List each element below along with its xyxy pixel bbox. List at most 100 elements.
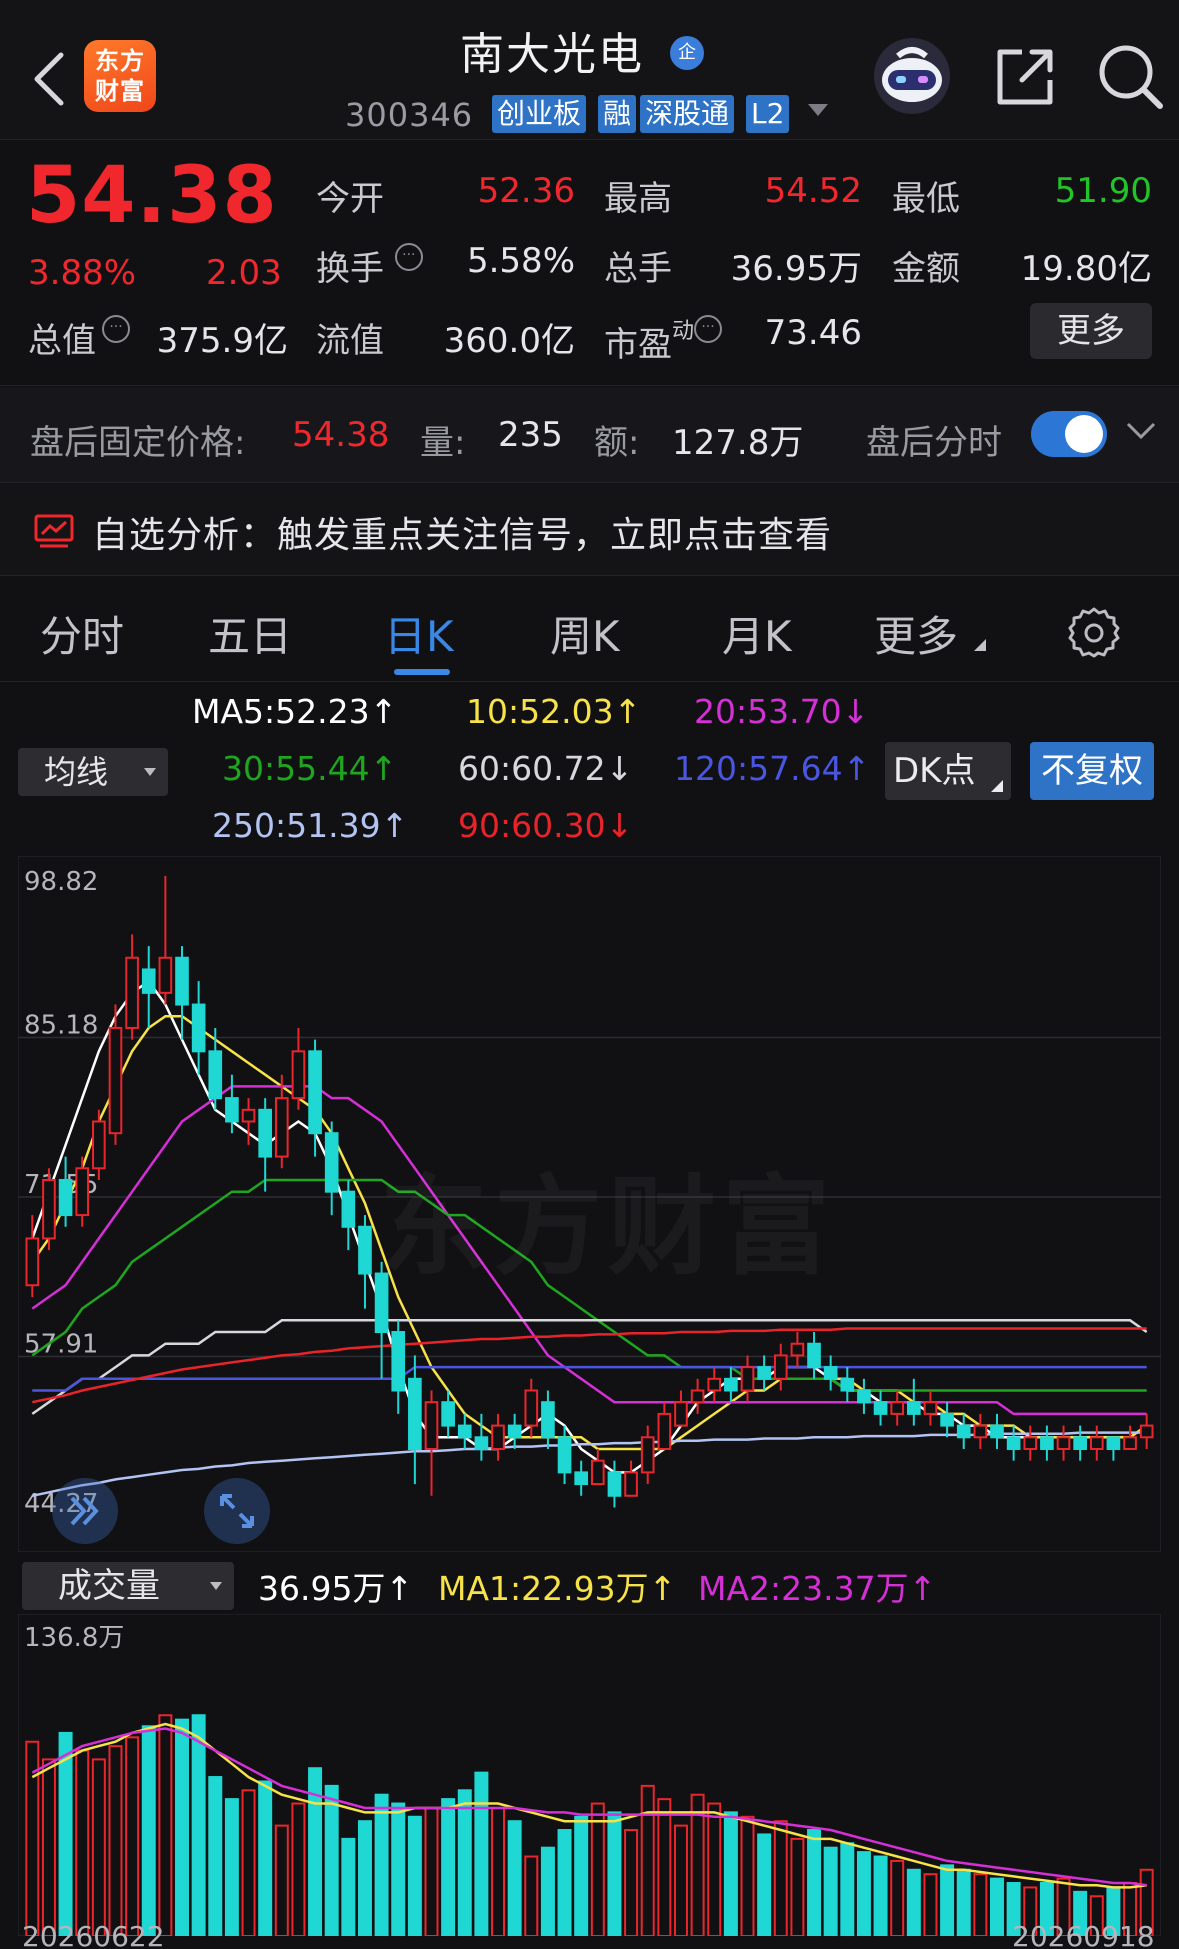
- after-hours-amt: 127.8万: [672, 423, 804, 463]
- info-icon[interactable]: ···: [394, 243, 423, 271]
- robot-assistant-icon[interactable]: [872, 36, 952, 116]
- candle-body: [75, 1167, 90, 1217]
- candle-body: [424, 1401, 439, 1450]
- toggle-knob: [1065, 415, 1103, 453]
- candle-body: [707, 1377, 722, 1392]
- tab-intraday[interactable]: 分时: [40, 603, 124, 664]
- more-corner-icon: [974, 639, 986, 651]
- volume-bar: [291, 1802, 306, 1936]
- candle-body: [940, 1412, 954, 1427]
- candle-body: [158, 956, 173, 994]
- info-icon[interactable]: ···: [102, 315, 130, 343]
- amount-value: 19.80亿: [1020, 249, 1152, 289]
- volume-value: 36.95万↑: [258, 1562, 413, 1610]
- stock-header: 东方财富 南大光电 企 300346 创业板 融 深股通 L2: [0, 0, 1179, 140]
- candle-body: [574, 1471, 589, 1486]
- candle-body: [441, 1401, 455, 1427]
- volume-arrow: ↑: [385, 1569, 414, 1608]
- open-value: 52.36: [477, 171, 575, 211]
- volume-ma2: MA2:23.37万↑: [698, 1562, 936, 1610]
- tab-more[interactable]: 更多: [874, 603, 958, 664]
- ma2-text: MA2:23.37万: [698, 1569, 909, 1608]
- ma-arrow: ↑: [369, 692, 398, 731]
- volume-bar: [441, 1798, 456, 1936]
- ma-text: 60:60.72: [458, 749, 606, 788]
- candle-body: [92, 1120, 106, 1170]
- mktcap-label-text: 总值: [28, 321, 96, 361]
- gear-icon[interactable]: [1068, 606, 1120, 658]
- after-hours-toggle-label: 盘后分时: [866, 423, 1002, 463]
- volume-bar: [391, 1802, 406, 1936]
- tags-dropdown-icon[interactable]: [808, 104, 828, 116]
- volume-bar: [890, 1859, 905, 1936]
- tab-five-day[interactable]: 五日: [208, 603, 292, 664]
- scroll-left-button[interactable]: [52, 1478, 118, 1544]
- tab-weekly-k[interactable]: 周K: [550, 603, 620, 664]
- volume-bar: [557, 1829, 572, 1936]
- candle-body: [358, 1225, 372, 1275]
- candle-body: [291, 1050, 306, 1100]
- volume-bar: [474, 1771, 489, 1936]
- caret-down-icon: [210, 1582, 222, 1590]
- more-quote-button[interactable]: 更多: [1030, 303, 1152, 359]
- volume-select-label: 成交量: [58, 1566, 160, 1606]
- volume-bar: [540, 1846, 555, 1936]
- candle-body: [873, 1401, 888, 1415]
- volume-bar: [424, 1806, 439, 1936]
- candle-body: [674, 1401, 688, 1427]
- after-hours-toggle[interactable]: [1031, 411, 1107, 457]
- stock-code: 300346: [345, 96, 474, 134]
- amount-label: 金额: [892, 249, 960, 289]
- indicator-select[interactable]: 均线: [18, 748, 168, 796]
- volume-bar: [973, 1873, 988, 1936]
- info-icon[interactable]: ···: [694, 315, 723, 343]
- search-icon[interactable]: [1096, 42, 1164, 110]
- volume-bar: [940, 1864, 955, 1936]
- volume-indicator-select[interactable]: 成交量: [22, 1562, 234, 1610]
- logo-text: 东方财富: [95, 47, 145, 105]
- high-label: 最高: [604, 179, 672, 219]
- analysis-banner[interactable]: 自选分析：触发重点关注信号，立即点击查看: [0, 484, 1179, 576]
- caret-down-icon: [144, 768, 156, 776]
- y-tick-label: 136.8万: [24, 1623, 124, 1653]
- volume-chart[interactable]: 136.8万: [18, 1614, 1161, 1936]
- ma-text: 10:52.03: [466, 692, 614, 731]
- analysis-text: 自选分析：触发重点关注信号，立即点击查看: [92, 515, 833, 556]
- volume-bar: [224, 1798, 239, 1936]
- volume-text: 36.95万: [258, 1569, 386, 1608]
- indicator-select-label: 均线: [44, 753, 109, 791]
- fullscreen-button[interactable]: [204, 1478, 270, 1544]
- candle-body: [1106, 1436, 1121, 1450]
- candle-body: [1006, 1436, 1021, 1450]
- candle-body: [890, 1401, 905, 1415]
- chevron-down-icon[interactable]: [1126, 421, 1156, 441]
- volume-bar: [673, 1824, 688, 1936]
- stock-name: 南大光电: [460, 29, 644, 80]
- tag-chinext: 创业板: [492, 95, 587, 133]
- ma-text: 250:51.39: [212, 806, 381, 845]
- pe-dynamic-mark: 动: [672, 319, 695, 344]
- tab-daily-k[interactable]: 日K: [384, 603, 454, 664]
- pe-value: 73.46: [764, 313, 862, 353]
- volume-bar: [640, 1784, 655, 1936]
- quote-panel: 54.38 3.88% 2.03 今开 52.36 最高 54.52 最低 51…: [0, 141, 1179, 386]
- candle-body: [241, 1108, 256, 1123]
- ma1-arrow: ↑: [648, 1569, 677, 1608]
- tag-level2: L2: [746, 95, 790, 133]
- mktcap-value: 375.9亿: [156, 321, 288, 361]
- volume-bar: [873, 1855, 888, 1936]
- back-button[interactable]: [24, 44, 74, 114]
- app-logo[interactable]: 东方财富: [84, 40, 156, 112]
- candle-body: [125, 956, 139, 1029]
- volume-bar: [274, 1824, 289, 1936]
- ma60-value: 60:60.72↓: [458, 749, 633, 788]
- volume-bar: [141, 1725, 156, 1936]
- dk-point-button[interactable]: DK点: [885, 742, 1011, 800]
- tab-monthly-k[interactable]: 月K: [722, 603, 792, 664]
- candle-body: [773, 1354, 788, 1380]
- y-tick-label: 98.82: [24, 867, 98, 897]
- no-adjust-button[interactable]: 不复权: [1030, 742, 1154, 800]
- ma-arrow: ↑: [369, 749, 398, 788]
- volume-bar: [990, 1877, 1004, 1936]
- share-icon[interactable]: [992, 44, 1058, 110]
